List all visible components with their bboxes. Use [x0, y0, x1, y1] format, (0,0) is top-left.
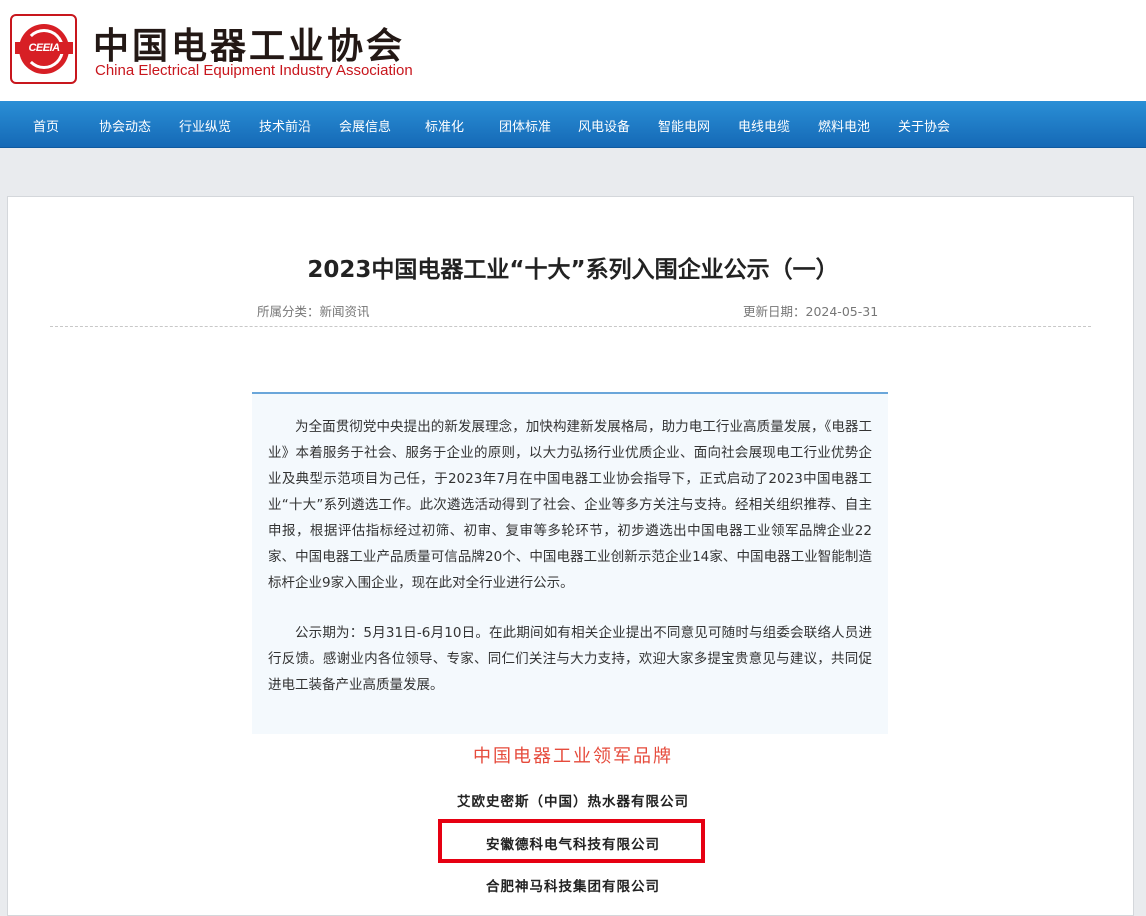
ceeia-logo[interactable]: CEEIA [10, 14, 77, 84]
nav-news[interactable]: 协会动态 [99, 116, 151, 135]
nav-exhibition[interactable]: 会展信息 [339, 116, 391, 135]
site-header: CEEIA 中国电器工业协会 China Electrical Equipmen… [0, 0, 1146, 101]
nav-group-standards[interactable]: 团体标准 [499, 116, 551, 135]
main-nav: 首页 协会动态 行业纵览 技术前沿 会展信息 标准化 团体标准 风电设备 智能电… [0, 101, 1146, 148]
article-title: 2023中国电器工业“十大”系列入围企业公示（一） [307, 257, 839, 283]
nav-wind-power[interactable]: 风电设备 [578, 116, 630, 135]
article-intro-box: 为全面贯彻党中央提出的新发展理念，加快构建新发展格局，助力电工行业高质量发展，《… [252, 392, 888, 734]
company-item: 艾欧史密斯（中国）热水器有限公司 [457, 794, 689, 810]
nav-smart-grid[interactable]: 智能电网 [658, 116, 710, 135]
title-divider [50, 326, 1091, 327]
nav-cables[interactable]: 电线电缆 [738, 116, 790, 135]
intro-paragraph-2: 公示期为：5月31日-6月10日。在此期间如有相关企业提出不同意见可随时与组委会… [268, 625, 872, 693]
nav-home[interactable]: 首页 [33, 116, 59, 135]
nav-about[interactable]: 关于协会 [898, 116, 950, 135]
section-title-leading-brands: 中国电器工业领军品牌 [473, 746, 673, 767]
company-item: 合肥神马科技集团有限公司 [486, 879, 660, 895]
brand-name-en: China Electrical Equipment Industry Asso… [95, 62, 413, 79]
nav-industry[interactable]: 行业纵览 [179, 116, 231, 135]
article-category: 所属分类：新闻资讯 [257, 304, 370, 319]
nav-tech[interactable]: 技术前沿 [259, 116, 311, 135]
nav-standards[interactable]: 标准化 [425, 116, 464, 135]
nav-fuel-cells[interactable]: 燃料电池 [818, 116, 870, 135]
intro-paragraph-1: 为全面贯彻党中央提出的新发展理念，加快构建新发展格局，助力电工行业高质量发展，《… [268, 419, 872, 591]
article-update-date: 更新日期：2024-05-31 [743, 304, 879, 319]
logo-text: CEEIA [15, 42, 73, 54]
highlight-box [438, 819, 705, 863]
